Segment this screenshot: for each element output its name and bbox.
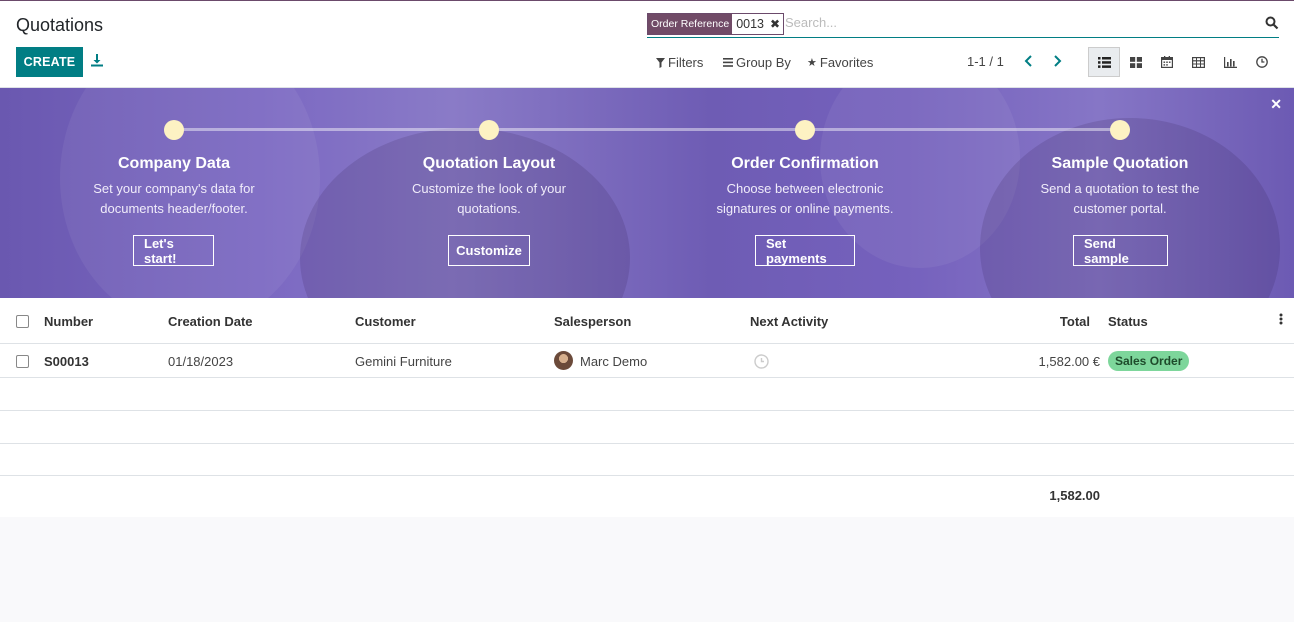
- avatar: [554, 351, 573, 370]
- row-checkbox[interactable]: [16, 355, 29, 368]
- step-dot: [1110, 120, 1130, 140]
- activity-icon: [1256, 56, 1268, 68]
- search-icon[interactable]: [1265, 16, 1279, 30]
- step-title: Quotation Layout: [422, 155, 556, 172]
- column-creation-date[interactable]: Creation Date: [168, 314, 253, 329]
- step-dot: [164, 120, 184, 140]
- send-sample-button[interactable]: Send sample: [1073, 235, 1168, 266]
- activity-view-button[interactable]: [1246, 47, 1278, 77]
- chevron-right-icon[interactable]: [1049, 53, 1065, 69]
- column-options-icon[interactable]: [1279, 312, 1283, 329]
- step-title: Order Confirmation: [731, 155, 879, 172]
- search-input[interactable]: [785, 15, 1245, 30]
- search-bar: Order Reference 0013 ✖: [647, 12, 1279, 38]
- cell-customer: Gemini Furniture: [355, 354, 452, 369]
- column-next-activity[interactable]: Next Activity: [750, 314, 828, 329]
- close-icon[interactable]: ✕: [1270, 96, 1282, 113]
- graph-view-button[interactable]: [1214, 47, 1246, 77]
- pivot-view-button[interactable]: [1182, 47, 1214, 77]
- column-salesperson[interactable]: Salesperson: [554, 314, 631, 329]
- step-dot: [479, 120, 499, 140]
- search-facet: Order Reference 0013 ✖: [647, 13, 785, 35]
- step-description: documents header/footer.: [100, 201, 248, 216]
- column-total[interactable]: Total: [1060, 314, 1090, 329]
- select-all-checkbox[interactable]: [16, 315, 29, 328]
- progress-line: [174, 128, 1120, 131]
- calendar-view-button[interactable]: [1151, 47, 1183, 77]
- kanban-view-button[interactable]: [1120, 47, 1152, 77]
- create-button[interactable]: CREATE: [16, 47, 83, 77]
- group-by-icon: [723, 58, 733, 67]
- cell-total: 1,582.00 €: [1038, 354, 1100, 369]
- column-customer[interactable]: Customer: [355, 314, 416, 329]
- step-quotation-layout: Quotation Layout Customize the look of y…: [389, 155, 589, 219]
- customize-button[interactable]: Customize: [448, 235, 530, 266]
- lets-start-button[interactable]: Let's start!: [133, 235, 214, 266]
- star-icon: ★: [807, 57, 817, 69]
- step-description: quotations.: [457, 201, 521, 216]
- column-status[interactable]: Status: [1108, 314, 1148, 329]
- list-icon: [1097, 56, 1111, 68]
- group-by-label: Group By: [736, 55, 791, 70]
- step-description: Customize the look of your: [412, 181, 566, 196]
- clock-icon[interactable]: [754, 354, 769, 372]
- empty-row: [0, 443, 1294, 476]
- table-footer: 1,582.00: [0, 475, 1294, 517]
- facet-remove-icon[interactable]: ✖: [768, 14, 783, 34]
- group-by-button[interactable]: Group By: [723, 55, 791, 70]
- filters-label: Filters: [668, 55, 704, 70]
- sum-total: 1,582.00: [1049, 488, 1100, 503]
- cell-creation-date: 01/18/2023: [168, 354, 234, 369]
- step-description: Choose between electronic: [726, 181, 884, 196]
- step-sample-quotation: Sample Quotation Send a quotation to tes…: [1020, 155, 1220, 219]
- step-title: Company Data: [117, 155, 231, 172]
- step-company-data: Company Data Set your company's data for…: [74, 155, 274, 219]
- step-description: Send a quotation to test the: [1040, 181, 1200, 196]
- step-title: Sample Quotation: [1051, 155, 1189, 172]
- cell-number: S00013: [44, 354, 89, 369]
- list-view-button[interactable]: [1088, 47, 1120, 77]
- step-description: customer portal.: [1073, 201, 1167, 216]
- step-dot: [795, 120, 815, 140]
- pivot-icon: [1191, 56, 1205, 68]
- filters-button[interactable]: Filters: [656, 55, 703, 70]
- onboarding-banner: ✕ Company Data Set your company's data f…: [0, 88, 1294, 298]
- step-description: signatures or online payments.: [716, 201, 894, 216]
- filter-icon: [656, 57, 665, 68]
- control-panel: Quotations CREATE Order Reference 0013 ✖…: [0, 0, 1294, 88]
- column-number[interactable]: Number: [44, 314, 93, 329]
- table-header: Number Creation Date Customer Salesperso…: [0, 298, 1294, 344]
- kanban-icon: [1130, 56, 1142, 68]
- step-order-confirmation: Order Confirmation Choose between electr…: [705, 155, 905, 219]
- set-payments-button[interactable]: Set payments: [755, 235, 855, 266]
- download-icon[interactable]: [90, 53, 108, 71]
- page-title: Quotations: [16, 15, 104, 35]
- cell-salesperson: Marc Demo: [580, 354, 648, 369]
- pager-value[interactable]: 1-1 / 1: [967, 54, 1004, 69]
- empty-row: [0, 411, 1294, 444]
- step-description: Set your company's data for: [93, 181, 255, 196]
- facet-value: 0013: [736, 17, 765, 31]
- favorites-button[interactable]: ★ Favorites: [807, 55, 873, 70]
- chevron-left-icon[interactable]: [1021, 53, 1037, 69]
- empty-row: [0, 378, 1294, 411]
- graph-icon: [1223, 56, 1237, 68]
- facet-label: Order Reference: [648, 14, 733, 34]
- favorites-label: Favorites: [819, 55, 874, 70]
- table-row[interactable]: S00013 01/18/2023 Gemini Furniture Marc …: [0, 345, 1294, 378]
- quotations-table: Number Creation Date Customer Salesperso…: [0, 298, 1294, 517]
- status-badge: Sales Order: [1108, 351, 1190, 371]
- calendar-icon: [1161, 56, 1173, 68]
